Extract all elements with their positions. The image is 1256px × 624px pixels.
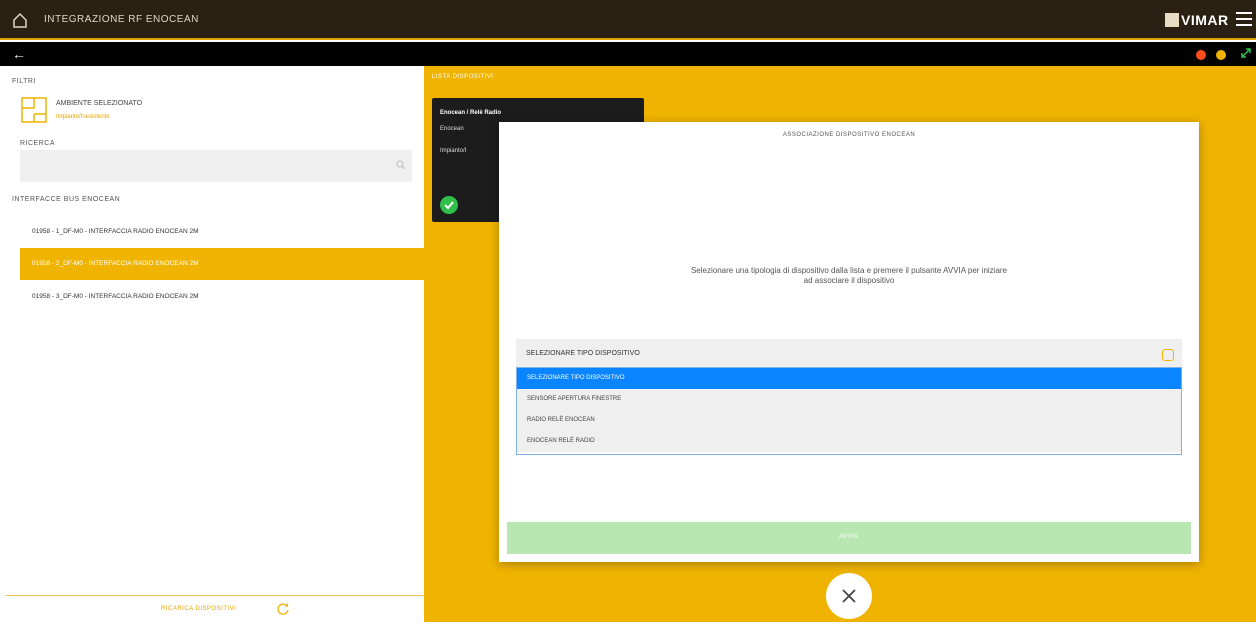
search-label: RICERCA bbox=[20, 140, 56, 147]
select-option[interactable]: ENOCEAN RELÈ RADIO bbox=[517, 431, 1181, 452]
select-value: SELEZIONARE TIPO DISPOSITIVO bbox=[526, 350, 640, 357]
device-line-1: Enocean bbox=[440, 126, 464, 132]
device-line-2: Impianto/I bbox=[440, 148, 467, 154]
refresh-icon[interactable] bbox=[276, 602, 290, 616]
check-icon bbox=[440, 196, 458, 214]
dialog-title: ASSOCIAZIONE DISPOSITIVO ENOCEAN bbox=[782, 132, 916, 138]
brand-name: VIMAR bbox=[1181, 12, 1229, 28]
logo-mark-icon bbox=[1165, 13, 1179, 27]
select-option[interactable]: RADIO RELÈ ENOCEAN bbox=[517, 410, 1181, 431]
select-option[interactable]: SELEZIONARE TIPO DISPOSITIVO bbox=[517, 368, 1181, 389]
navigation-bar: ← bbox=[0, 42, 1256, 66]
start-button[interactable]: AVVIA bbox=[507, 522, 1191, 554]
hamburger-menu-icon[interactable] bbox=[1236, 12, 1252, 28]
reload-devices-bar: RICARICA DISPOSITIVI bbox=[6, 595, 424, 622]
status-dot-yellow bbox=[1216, 50, 1226, 60]
interfaces-label: INTERFACCE BUS ENOCEAN bbox=[12, 196, 121, 203]
environment-title: AMBIENTE SELEZIONATO bbox=[56, 100, 143, 107]
device-title: Enocean / Relè Radio bbox=[440, 110, 502, 116]
close-icon bbox=[842, 589, 856, 603]
select-option[interactable]: SENSORE APERTURA FINESTRE bbox=[517, 389, 1181, 410]
vimar-logo: VIMAR bbox=[1165, 10, 1229, 30]
interface-item-selected[interactable]: 01958 - 2_DF-M0 - INTERFACCIA RADIO ENOC… bbox=[20, 248, 424, 280]
reload-devices-button[interactable]: RICARICA DISPOSITIVI bbox=[161, 606, 236, 612]
top-bar: INTEGRAZIONE RF ENOCEAN VIMAR bbox=[0, 0, 1256, 40]
close-dialog-button[interactable] bbox=[826, 573, 872, 619]
search-input[interactable] bbox=[20, 150, 412, 182]
status-dot-red bbox=[1196, 50, 1206, 60]
home-icon[interactable] bbox=[12, 12, 28, 28]
environment-subtitle: Impianto/Inesistente bbox=[56, 114, 110, 120]
app-title: INTEGRAZIONE RF ENOCEAN bbox=[44, 14, 199, 25]
floorplan-icon[interactable] bbox=[20, 96, 48, 124]
start-button-label: AVVIA bbox=[839, 534, 859, 540]
interface-item[interactable]: 01958 - 3_DF-M0 - INTERFACCIA RADIO ENOC… bbox=[20, 281, 424, 313]
chevron-icon[interactable] bbox=[1162, 349, 1174, 361]
back-arrow-icon[interactable]: ← bbox=[12, 46, 26, 62]
device-list-label: LISTA DISPOSITIVI bbox=[432, 74, 494, 80]
associate-device-dialog: ASSOCIAZIONE DISPOSITIVO ENOCEAN Selezio… bbox=[499, 122, 1199, 562]
interface-item[interactable]: 01958 - 1_DF-M0 - INTERFACCIA RADIO ENOC… bbox=[20, 216, 424, 248]
expand-icon[interactable] bbox=[1240, 47, 1252, 59]
dialog-message: Selezionare una tipologia di dispositivo… bbox=[690, 266, 1008, 285]
device-type-select[interactable]: SELEZIONARE TIPO DISPOSITIVO bbox=[516, 339, 1182, 369]
filters-label: FILTRI bbox=[12, 78, 36, 85]
device-type-options: SELEZIONARE TIPO DISPOSITIVO SENSORE APE… bbox=[516, 367, 1182, 455]
search-icon bbox=[396, 160, 406, 170]
